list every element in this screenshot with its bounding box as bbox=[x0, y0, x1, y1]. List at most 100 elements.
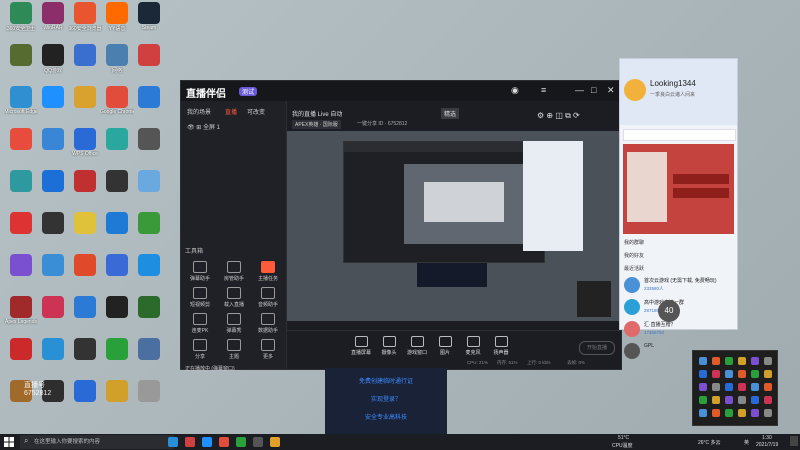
desktop-icon[interactable] bbox=[4, 338, 38, 372]
desktop-icon[interactable] bbox=[68, 254, 102, 288]
desktop-icon[interactable] bbox=[132, 44, 166, 78]
desktop-icon[interactable] bbox=[4, 212, 38, 246]
tray-app-icon[interactable] bbox=[751, 409, 759, 417]
menu-icon[interactable]: ≡ bbox=[541, 85, 546, 95]
tray-app-icon[interactable] bbox=[699, 383, 707, 391]
tray-app-icon[interactable] bbox=[738, 383, 746, 391]
bottom-control-button[interactable]: 扬声器 bbox=[487, 336, 515, 356]
desktop-icon[interactable] bbox=[68, 44, 102, 78]
tray-app-icon[interactable] bbox=[725, 409, 733, 417]
tray-app-icon[interactable] bbox=[751, 396, 759, 404]
qq-section-groups[interactable]: 我的群聊 bbox=[624, 239, 644, 246]
tool-button[interactable]: 主播任务 bbox=[253, 261, 283, 287]
tray-app-icon[interactable] bbox=[699, 396, 707, 404]
tool-button[interactable]: 更多 bbox=[253, 339, 283, 365]
desktop-icon[interactable]: WPS Office bbox=[68, 128, 102, 162]
desktop-icon[interactable] bbox=[100, 128, 134, 162]
qq-section-recent[interactable]: 最近活跃 bbox=[624, 265, 644, 272]
tray-app-icon[interactable] bbox=[699, 370, 707, 378]
taskbar-pinned-icon[interactable] bbox=[219, 437, 229, 447]
tray-app-icon[interactable] bbox=[725, 383, 733, 391]
tray-app-icon[interactable] bbox=[764, 383, 772, 391]
tray-app-icon[interactable] bbox=[738, 357, 746, 365]
qq-section-friends[interactable]: 我的好友 bbox=[624, 252, 644, 259]
bottom-control-button[interactable]: 摄像头 bbox=[375, 336, 403, 356]
tool-button[interactable]: 弹幕助手 bbox=[185, 261, 215, 287]
start-live-button[interactable]: 开始直播 bbox=[579, 341, 615, 355]
close-icon[interactable]: ✕ bbox=[607, 85, 615, 96]
qq-signature[interactable]: 一季良白云诸人间来 bbox=[650, 91, 695, 98]
toolbar-icons[interactable]: ⚙ ⊕ ◫ ⧉ ⟳ bbox=[537, 111, 580, 121]
tab-editable[interactable]: 可改变 bbox=[247, 107, 265, 116]
tray-app-icon[interactable] bbox=[764, 357, 772, 365]
desktop-icon[interactable] bbox=[4, 44, 38, 78]
qq-ad-banner[interactable] bbox=[623, 144, 734, 234]
desktop-icon[interactable] bbox=[132, 212, 166, 246]
tray-app-icon[interactable] bbox=[725, 370, 733, 378]
live-title[interactable]: 我的直播 Live 自动 bbox=[292, 109, 342, 118]
desktop-icon[interactable] bbox=[132, 254, 166, 288]
desktop-icon[interactable]: 360安全浏览器 bbox=[68, 2, 102, 36]
windows-start-icon[interactable] bbox=[4, 437, 14, 447]
taskbar-pinned-icon[interactable] bbox=[168, 437, 178, 447]
tray-app-icon[interactable] bbox=[725, 396, 733, 404]
desktop-icon[interactable] bbox=[36, 86, 70, 120]
tray-app-icon[interactable] bbox=[738, 370, 746, 378]
tool-button[interactable]: 主题 bbox=[219, 339, 249, 365]
desktop-icon[interactable] bbox=[36, 170, 70, 204]
desktop-icon[interactable] bbox=[68, 338, 102, 372]
tray-app-icon[interactable] bbox=[751, 383, 759, 391]
desktop-icon[interactable] bbox=[132, 86, 166, 120]
scene-item[interactable]: 👁 ⊞ 全屏 1 bbox=[187, 122, 220, 131]
tray-app-icon[interactable] bbox=[712, 383, 720, 391]
tab-my-scene[interactable]: 我的场景 bbox=[187, 107, 211, 116]
clock-time[interactable]: 1:30 bbox=[762, 435, 772, 441]
tray-app-icon[interactable] bbox=[699, 357, 707, 365]
taskbar-pinned-icon[interactable] bbox=[185, 437, 195, 447]
desktop-icon[interactable] bbox=[100, 296, 134, 330]
desktop-icon[interactable] bbox=[68, 86, 102, 120]
desktop-icon[interactable] bbox=[100, 380, 134, 414]
tool-button[interactable]: 连麦PK bbox=[185, 313, 215, 339]
desktop-icon[interactable]: Steam bbox=[132, 2, 166, 36]
tool-button[interactable]: 分享 bbox=[185, 339, 215, 365]
tool-button[interactable]: 短视频剪 bbox=[185, 287, 215, 313]
tray-app-icon[interactable] bbox=[712, 409, 720, 417]
tray-app-icon[interactable] bbox=[725, 357, 733, 365]
tray-app-icon[interactable] bbox=[712, 396, 720, 404]
desktop-icon[interactable] bbox=[132, 380, 166, 414]
desktop-icon[interactable] bbox=[36, 338, 70, 372]
desktop-icon[interactable] bbox=[132, 170, 166, 204]
desktop-icon[interactable] bbox=[100, 212, 134, 246]
tray-app-icon[interactable] bbox=[712, 357, 720, 365]
qq-list-item[interactable]: 首次云游戏 (无需下载, 免费畅玩) 233580人 bbox=[624, 275, 734, 297]
desktop-icon[interactable] bbox=[68, 212, 102, 246]
tool-button[interactable]: 载入直播 bbox=[219, 287, 249, 313]
notification-icon[interactable] bbox=[790, 436, 798, 446]
desktop-icon[interactable] bbox=[100, 338, 134, 372]
tray-app-icon[interactable] bbox=[699, 409, 707, 417]
desktop-icon[interactable] bbox=[132, 296, 166, 330]
desktop-icon[interactable]: Microsoft Edge bbox=[4, 86, 38, 120]
desktop-icon[interactable] bbox=[132, 128, 166, 162]
avatar-icon[interactable]: ◉ bbox=[511, 85, 519, 96]
tool-button[interactable]: 房管助手 bbox=[219, 261, 249, 287]
desktop-icon[interactable] bbox=[68, 296, 102, 330]
bottom-control-button[interactable]: 游戏窗口 bbox=[403, 336, 431, 356]
desktop-icon[interactable] bbox=[36, 212, 70, 246]
float-badge[interactable]: 40 bbox=[658, 300, 680, 322]
desktop-icon[interactable] bbox=[68, 380, 102, 414]
desktop-icon[interactable]: QQ游戏 bbox=[36, 44, 70, 78]
qq-avatar[interactable] bbox=[624, 79, 646, 101]
desktop-icon[interactable] bbox=[68, 170, 102, 204]
desktop-icon[interactable] bbox=[4, 254, 38, 288]
desktop-icon[interactable] bbox=[4, 128, 38, 162]
taskbar-search-input[interactable]: 在这里输入你要搜索的内容 bbox=[20, 435, 174, 449]
tray-app-icon[interactable] bbox=[751, 357, 759, 365]
qq-search-input[interactable] bbox=[623, 129, 736, 141]
bottom-control-button[interactable]: 图片 bbox=[431, 336, 459, 356]
tag-button[interactable]: 精选 bbox=[441, 108, 460, 119]
taskbar-pinned-icon[interactable] bbox=[236, 437, 246, 447]
clock-date[interactable]: 2021/7/19 bbox=[756, 442, 778, 448]
tray-app-icon[interactable] bbox=[764, 409, 772, 417]
